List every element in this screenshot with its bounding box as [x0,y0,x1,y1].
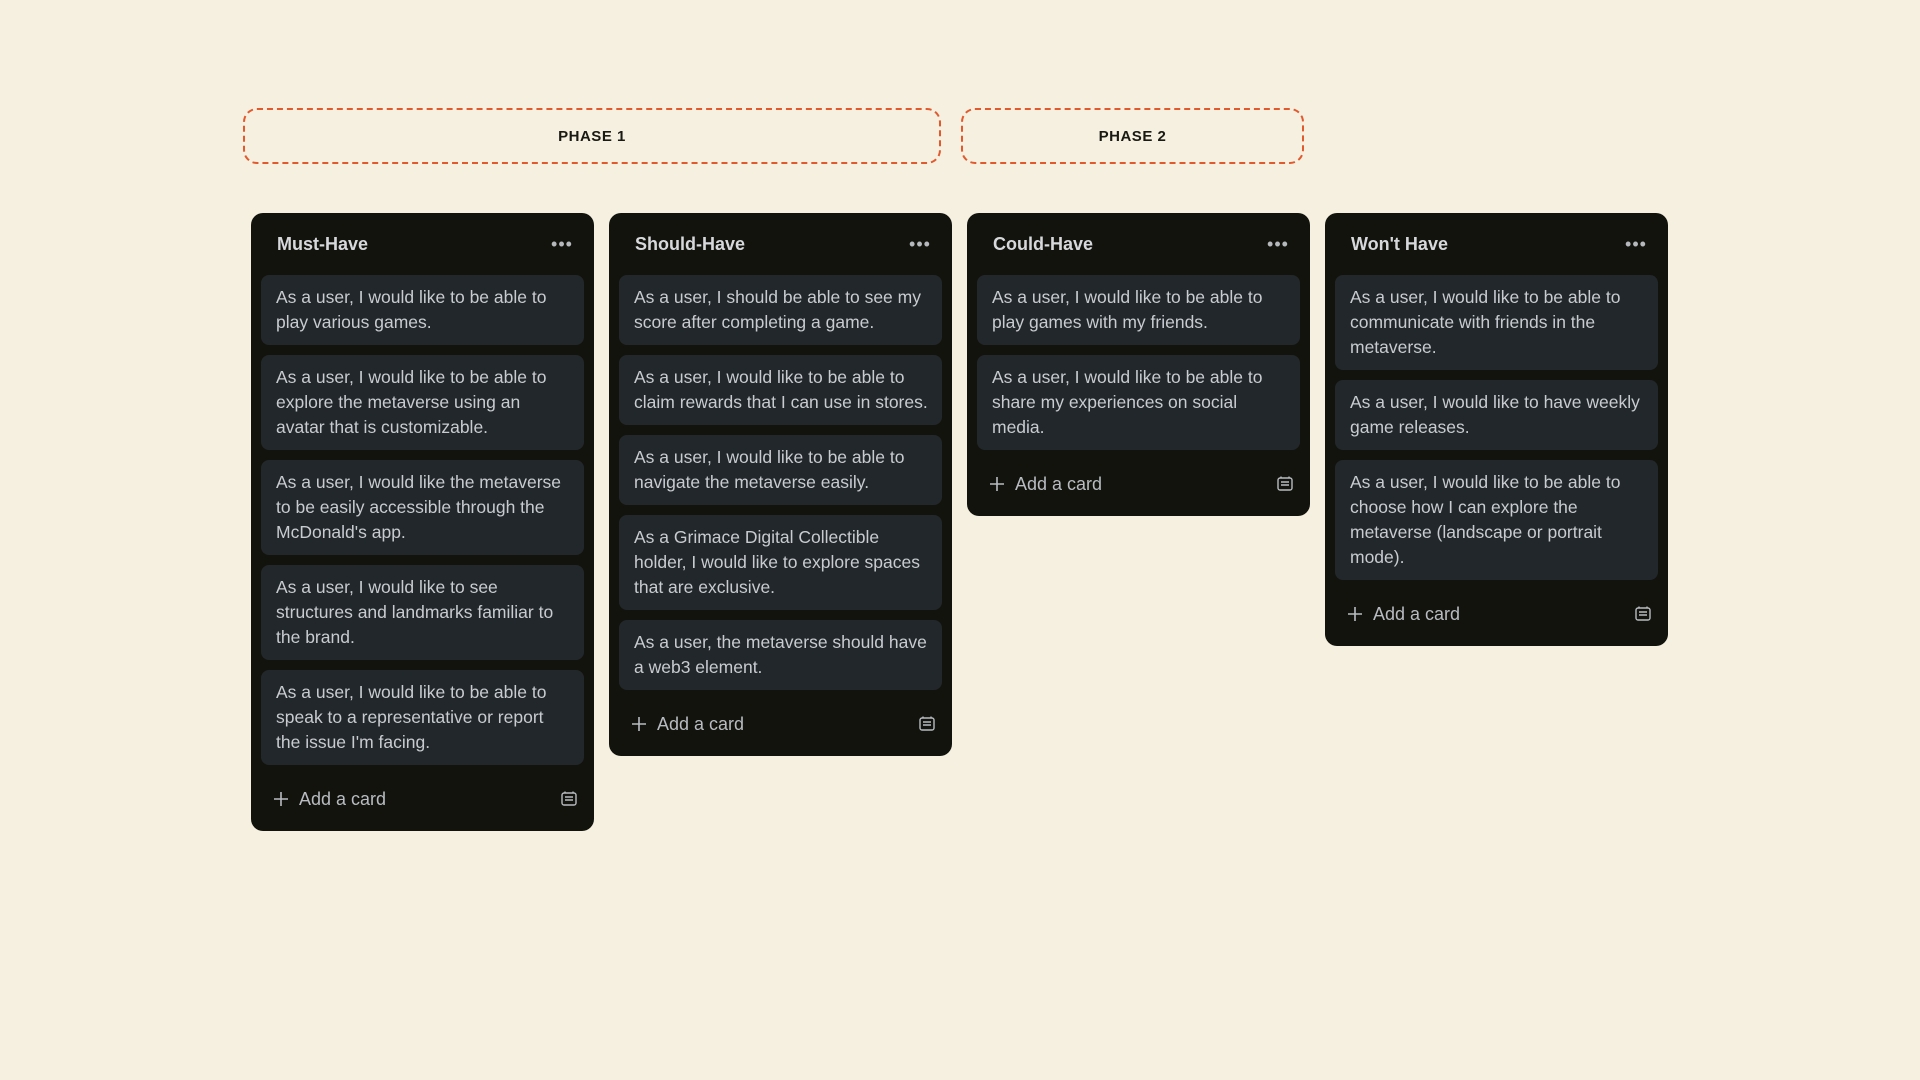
ellipsis-icon[interactable]: ••• [1620,228,1652,260]
ellipsis-icon[interactable]: ••• [1262,228,1294,260]
card[interactable]: As a user, the metaverse should have a w… [619,620,942,690]
list-footer: Add a card [977,460,1300,508]
list-footer: Add a card [261,775,584,823]
card[interactable]: As a Grimace Digital Collectible holder,… [619,515,942,610]
list-header: Could-Have ••• [977,213,1300,275]
list-could-have: Could-Have ••• As a user, I would like t… [967,213,1310,516]
ellipsis-icon[interactable]: ••• [904,228,936,260]
card[interactable]: As a user, I would like to be able to ex… [261,355,584,450]
card-template-icon[interactable] [1634,605,1652,623]
list-must-have: Must-Have ••• As a user, I would like to… [251,213,594,831]
phase-2-label: PHASE 2 [961,108,1304,164]
list-header: Must-Have ••• [261,213,584,275]
card[interactable]: As a user, I would like to be able to co… [1335,275,1658,370]
plus-icon [274,792,288,806]
card[interactable]: As a user, I would like to be able to cl… [619,355,942,425]
plus-icon [1348,607,1362,621]
board-page: PHASE 1 PHASE 2 Must-Have ••• As a user,… [0,0,1920,1080]
list-title[interactable]: Should-Have [635,234,745,255]
add-card-label: Add a card [1373,603,1461,624]
ellipsis-icon[interactable]: ••• [546,228,578,260]
card[interactable]: As a user, I would like to have weekly g… [1335,380,1658,450]
list-should-have: Should-Have ••• As a user, I should be a… [609,213,952,756]
card[interactable]: As a user, I would like to be able to pl… [261,275,584,345]
card[interactable]: As a user, I would like to be able to sp… [261,670,584,765]
card[interactable]: As a user, I would like the metaverse to… [261,460,584,555]
list-wont-have: Won't Have ••• As a user, I would like t… [1325,213,1668,646]
add-card-label: Add a card [1015,473,1103,494]
list-footer: Add a card [1335,590,1658,638]
board: Must-Have ••• As a user, I would like to… [251,213,1668,831]
card-template-icon[interactable] [918,715,936,733]
card-template-icon[interactable] [560,790,578,808]
list-title[interactable]: Won't Have [1351,234,1448,255]
list-footer: Add a card [619,700,942,748]
add-card-button[interactable]: Add a card [989,474,1102,495]
plus-icon [990,477,1004,491]
card[interactable]: As a user, I should be able to see my sc… [619,275,942,345]
card[interactable]: As a user, I would like to be able to ch… [1335,460,1658,580]
phase-1-label: PHASE 1 [243,108,941,164]
list-title[interactable]: Must-Have [277,234,368,255]
list-header: Should-Have ••• [619,213,942,275]
list-title[interactable]: Could-Have [993,234,1093,255]
card[interactable]: As a user, I would like to see structure… [261,565,584,660]
add-card-button[interactable]: Add a card [273,789,386,810]
card[interactable]: As a user, I would like to be able to na… [619,435,942,505]
add-card-label: Add a card [299,788,387,809]
list-header: Won't Have ••• [1335,213,1658,275]
add-card-button[interactable]: Add a card [1347,604,1460,625]
card[interactable]: As a user, I would like to be able to sh… [977,355,1300,450]
add-card-button[interactable]: Add a card [631,714,744,735]
card-template-icon[interactable] [1276,475,1294,493]
card[interactable]: As a user, I would like to be able to pl… [977,275,1300,345]
add-card-label: Add a card [657,713,745,734]
plus-icon [632,717,646,731]
